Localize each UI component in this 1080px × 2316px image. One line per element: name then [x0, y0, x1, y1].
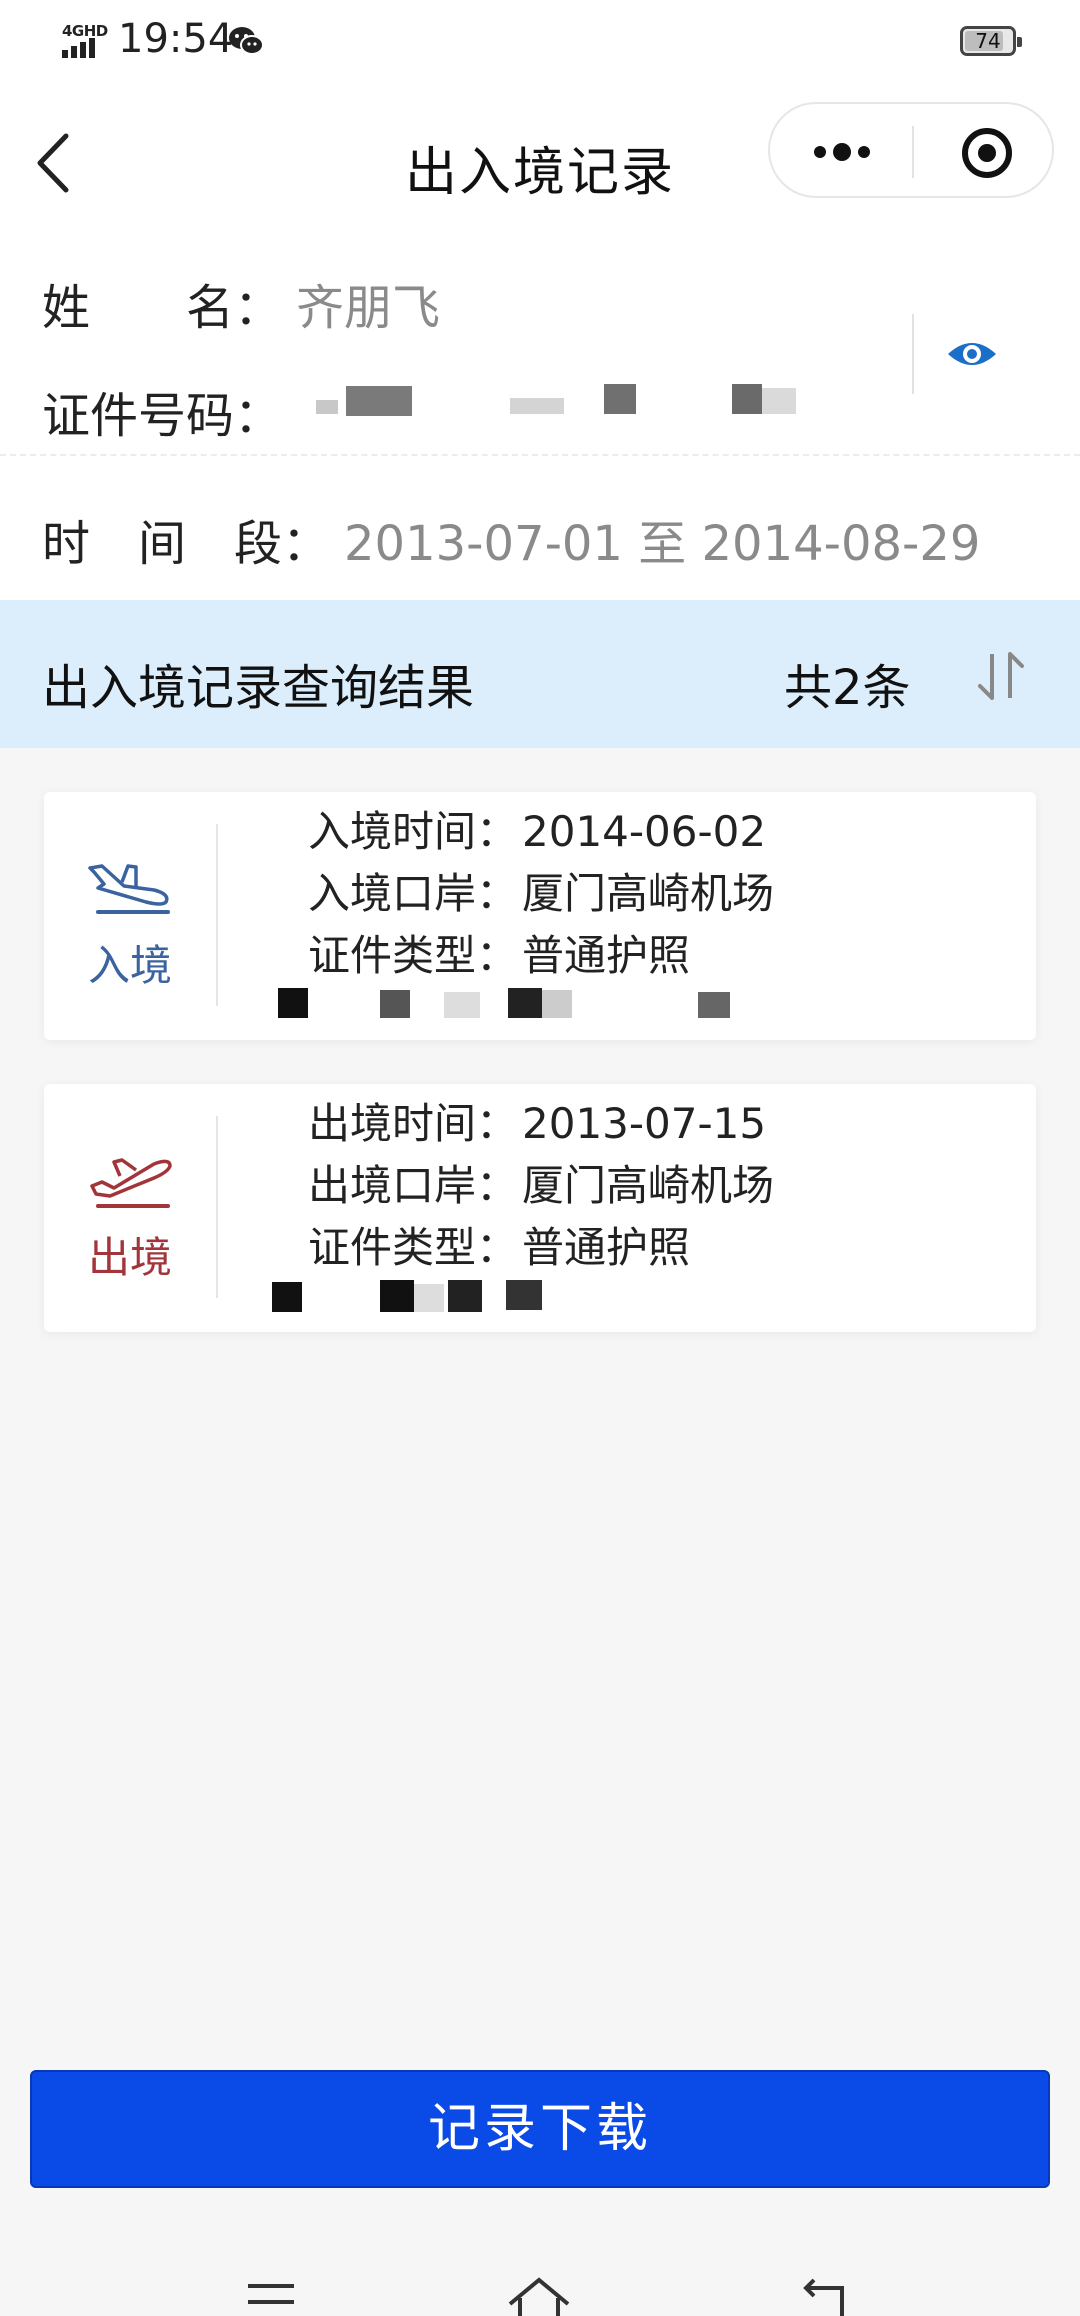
id-mask — [346, 386, 412, 416]
id-label: 证件号码： — [42, 388, 283, 444]
record-direction: 入境 — [44, 792, 216, 1040]
redaction-mask — [272, 1282, 302, 1312]
redaction-mask — [542, 990, 572, 1018]
plane-takeoff-icon — [90, 1158, 172, 1208]
target-icon[interactable] — [960, 126, 1014, 180]
result-title: 出入境记录查询结果 — [42, 660, 475, 716]
record-card[interactable]: 出境 出境时间：2013-07-15 出境口岸：厦门高崎机场 证件类型：普通护照 — [44, 1084, 1036, 1332]
signal-icon: 4GHD — [62, 22, 108, 58]
network-type: 4GHD — [62, 22, 108, 40]
name-label: 姓 名： — [42, 280, 283, 336]
id-mask — [732, 384, 762, 414]
mini-program-capsule — [768, 102, 1054, 198]
doc-type: 证件类型：普通护照 — [308, 1214, 690, 1275]
id-row: 证件号码： — [42, 376, 282, 446]
name-row: 姓 名： 齐朋飞 — [42, 268, 440, 338]
doc-type-value: 普通护照 — [522, 931, 691, 980]
exit-port-value: 厦门高崎机场 — [522, 1161, 775, 1210]
battery-level: 74 — [975, 29, 1001, 53]
card-divider — [216, 1116, 218, 1298]
name-value: 齐朋飞 — [296, 280, 441, 336]
query-info: 姓 名： 齐朋飞 证件号码： 时 间 段： 2013-07-01 至 2014-08… — [0, 240, 1080, 600]
period-label: 时 间 段： — [42, 516, 331, 572]
eye-divider — [912, 314, 914, 394]
entry-time: 入境时间：2014-06-02 — [308, 798, 766, 859]
direction-label: 出境 — [87, 1233, 172, 1282]
entry-port-label: 入境口岸： — [308, 869, 519, 918]
capsule-divider — [912, 126, 914, 178]
doc-type: 证件类型：普通护照 — [308, 922, 690, 983]
exit-time: 出境时间：2013-07-15 — [308, 1090, 766, 1151]
entry-port: 入境口岸：厦门高崎机场 — [308, 860, 774, 921]
result-header: 出入境记录查询结果 共2条 — [0, 600, 1080, 748]
menu-icon[interactable] — [244, 2280, 298, 2316]
id-mask — [604, 384, 636, 414]
redaction-mask — [698, 992, 730, 1018]
more-icon[interactable] — [810, 140, 874, 164]
status-time: 19:54 — [118, 16, 234, 62]
redaction-mask — [506, 1280, 542, 1310]
system-nav-bar — [0, 2244, 1080, 2316]
sort-icon[interactable] — [974, 648, 1028, 704]
record-direction: 出境 — [44, 1084, 216, 1332]
download-records-button[interactable]: 记录下载 — [30, 2070, 1050, 2188]
id-mask — [316, 400, 338, 414]
card-divider — [216, 824, 218, 1006]
redaction-mask — [278, 988, 308, 1018]
exit-time-label: 出境时间： — [308, 1099, 519, 1148]
wechat-icon — [229, 27, 264, 55]
exit-port: 出境口岸：厦门高崎机场 — [308, 1152, 774, 1213]
id-mask — [762, 388, 796, 414]
exit-time-value: 2013-07-15 — [522, 1099, 767, 1148]
home-icon[interactable] — [504, 2274, 574, 2316]
status-bar: 4GHD 19:54 74 — [0, 0, 1080, 90]
period-row: 时 间 段： 2013-07-01 至 2014-08-29 — [42, 504, 980, 574]
entry-time-label: 入境时间： — [308, 807, 519, 856]
nav-bar: 出入境记录 — [0, 90, 1080, 240]
entry-port-value: 厦门高崎机场 — [522, 869, 775, 918]
battery-icon: 74 — [960, 26, 1022, 56]
record-card[interactable]: 入境 入境时间：2014-06-02 入境口岸：厦门高崎机场 证件类型：普通护照 — [44, 792, 1036, 1040]
result-count: 共2条 — [784, 660, 911, 716]
redaction-mask — [414, 1284, 444, 1312]
exit-port-label: 出境口岸： — [308, 1161, 519, 1210]
eye-icon[interactable] — [944, 330, 1000, 378]
redaction-mask — [508, 988, 542, 1018]
system-back-icon[interactable] — [794, 2276, 850, 2316]
period-value: 2013-07-01 至 2014-08-29 — [344, 516, 981, 572]
entry-time-value: 2014-06-02 — [522, 807, 767, 856]
direction-label: 入境 — [87, 941, 172, 990]
doc-type-label: 证件类型： — [308, 1223, 519, 1272]
redaction-mask — [380, 1280, 414, 1312]
id-mask — [510, 398, 564, 414]
redaction-mask — [444, 992, 480, 1018]
redaction-mask — [380, 990, 410, 1018]
divider — [0, 454, 1080, 456]
doc-type-value: 普通护照 — [522, 1223, 691, 1272]
doc-type-label: 证件类型： — [308, 931, 519, 980]
plane-landing-icon — [88, 864, 170, 914]
redaction-mask — [448, 1280, 482, 1312]
